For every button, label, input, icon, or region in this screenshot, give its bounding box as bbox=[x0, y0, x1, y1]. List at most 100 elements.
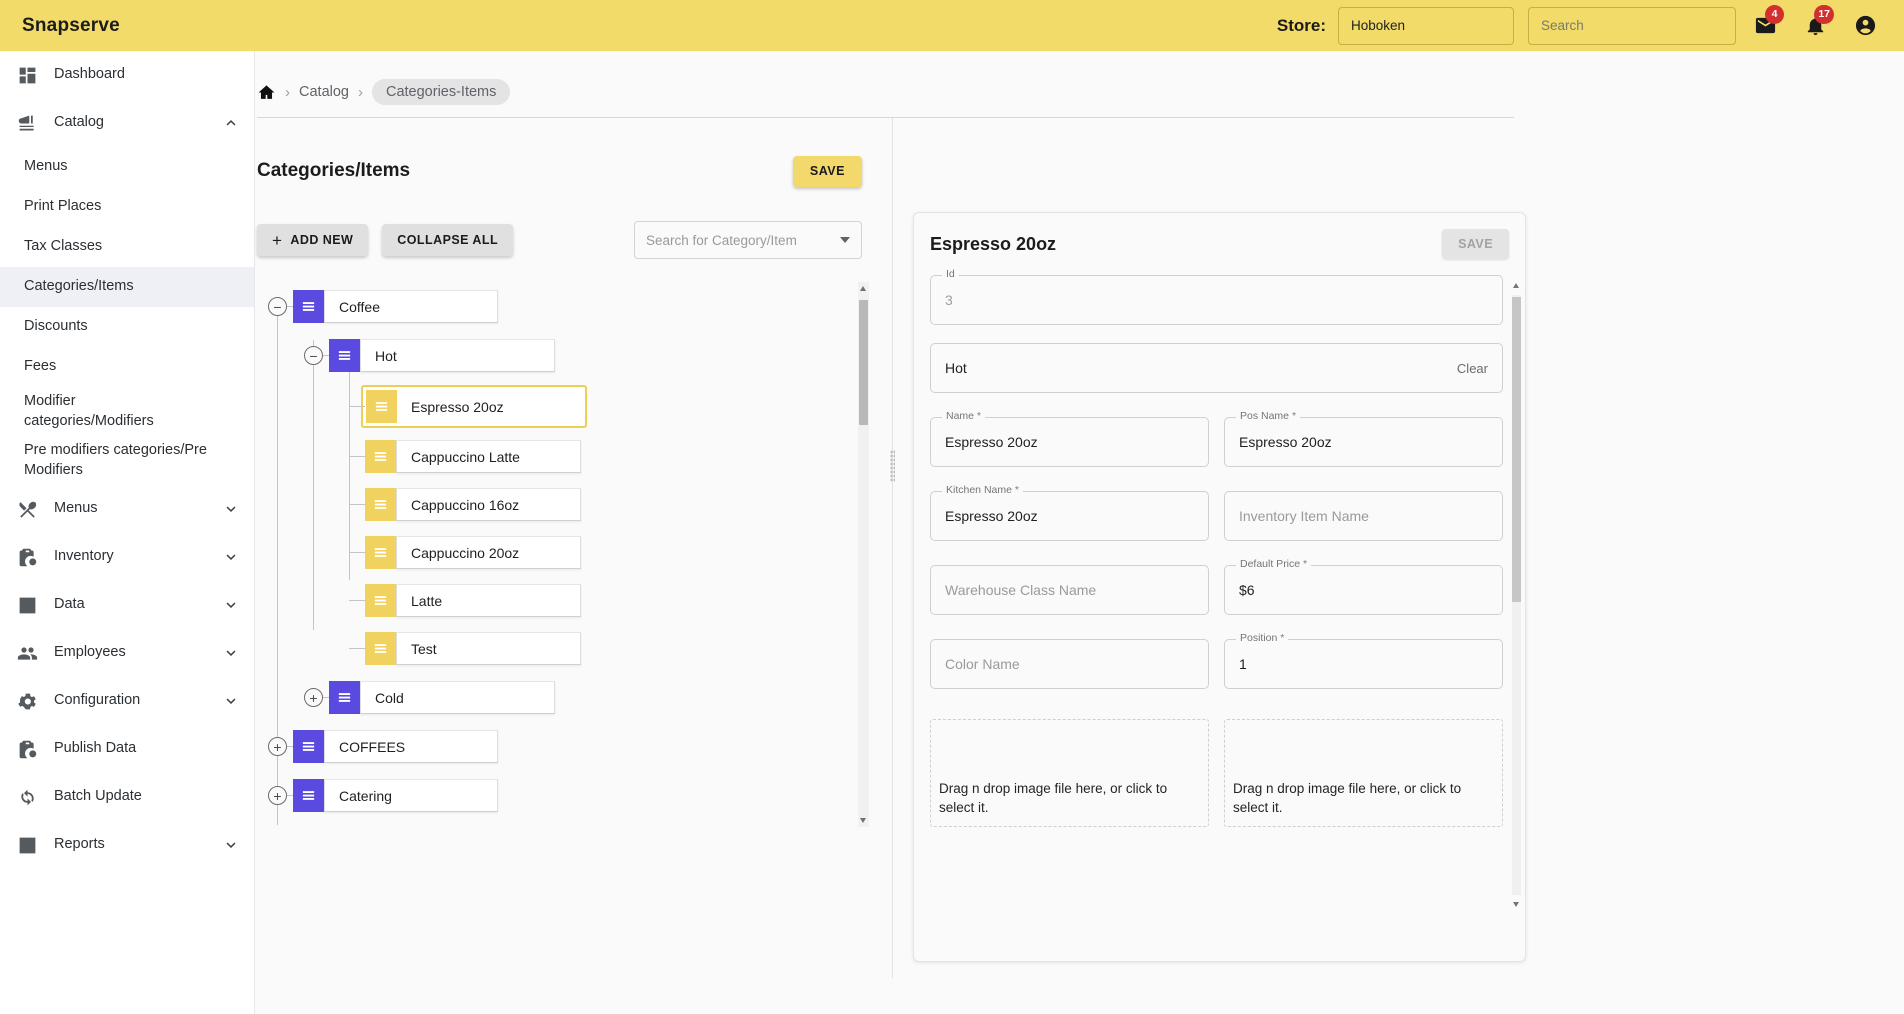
scroll-up-arrow-icon[interactable] bbox=[1513, 283, 1519, 288]
tree-node-label[interactable]: Hot bbox=[360, 339, 555, 372]
sidebar-item-menus[interactable]: Menus bbox=[0, 485, 254, 533]
tree-row[interactable]: Latte bbox=[365, 584, 581, 617]
sidebar-item-publish-data[interactable]: Publish Data bbox=[0, 725, 254, 773]
chevron-down-icon[interactable] bbox=[222, 836, 240, 854]
pane-resize-handle[interactable] bbox=[884, 448, 901, 484]
chevron-down-icon[interactable] bbox=[222, 644, 240, 662]
tree-node-coffee[interactable]: − Coffee bbox=[257, 286, 869, 327]
sidebar-item-reports[interactable]: Reports bbox=[0, 821, 254, 869]
tree-search-select[interactable]: Search for Category/Item bbox=[634, 221, 862, 259]
sidebar-item-menus-catalog[interactable]: Menus bbox=[0, 147, 254, 187]
category-field[interactable]: Hot Clear bbox=[930, 343, 1503, 393]
account-button[interactable] bbox=[1844, 5, 1886, 47]
breadcrumb-catalog[interactable]: Catalog bbox=[299, 84, 349, 100]
sidebar-item-data[interactable]: Data bbox=[0, 581, 254, 629]
tree-save-button[interactable]: SAVE bbox=[792, 155, 862, 187]
pos-name-field[interactable]: Pos Name * Espresso 20oz bbox=[1224, 411, 1503, 467]
tree-node-latte[interactable]: Latte bbox=[257, 580, 869, 621]
sidebar-item-categories-items[interactable]: Categories/Items bbox=[0, 267, 254, 307]
detail-scrollbar-thumb[interactable] bbox=[1512, 297, 1521, 602]
default-price-field[interactable]: Default Price * $6 bbox=[1224, 559, 1503, 615]
sidebar-item-employees[interactable]: Employees bbox=[0, 629, 254, 677]
chevron-up-icon[interactable] bbox=[222, 114, 240, 132]
global-search-input[interactable]: Search bbox=[1528, 6, 1736, 45]
color-name-field[interactable]: Color Name bbox=[930, 639, 1209, 689]
detail-scrollbar[interactable] bbox=[1512, 283, 1521, 907]
drag-handle[interactable] bbox=[329, 681, 360, 714]
collapse-all-button[interactable]: COLLAPSE ALL bbox=[382, 224, 514, 256]
expand-toggle[interactable]: + bbox=[304, 688, 323, 707]
sidebar-item-catalog[interactable]: Catalog bbox=[0, 99, 254, 147]
tree-row[interactable]: Cappuccino Latte bbox=[365, 440, 581, 473]
chevron-down-icon[interactable] bbox=[222, 596, 240, 614]
tree-row[interactable]: Catering bbox=[293, 779, 498, 812]
inventory-item-name-field[interactable]: Inventory Item Name bbox=[1224, 491, 1503, 541]
drag-handle[interactable] bbox=[365, 536, 396, 569]
item-save-button[interactable]: SAVE bbox=[1442, 229, 1509, 259]
drag-handle[interactable] bbox=[293, 730, 324, 763]
tree-node-label[interactable]: Catering bbox=[324, 779, 498, 812]
sidebar-item-discounts[interactable]: Discounts bbox=[0, 307, 254, 347]
tree-row[interactable]: Coffee bbox=[293, 290, 498, 323]
tree-row[interactable]: Cappuccino 16oz bbox=[365, 488, 581, 521]
drag-handle[interactable] bbox=[365, 440, 396, 473]
tree-node-label[interactable]: Test bbox=[396, 632, 581, 665]
tree-scrollbar[interactable] bbox=[858, 282, 869, 827]
sidebar-item-dashboard[interactable]: Dashboard bbox=[0, 51, 254, 99]
sidebar-item-modifier-categories[interactable]: Modifier categories/Modifiers bbox=[0, 387, 254, 436]
sidebar-item-inventory[interactable]: Inventory bbox=[0, 533, 254, 581]
tree-row[interactable]: Hot bbox=[329, 339, 555, 372]
tree-node-test[interactable]: Test bbox=[257, 628, 869, 669]
tree-node-label[interactable]: Latte bbox=[396, 584, 581, 617]
expand-toggle[interactable]: + bbox=[268, 737, 287, 756]
tree-row[interactable]: Cold bbox=[329, 681, 555, 714]
drag-handle[interactable] bbox=[293, 779, 324, 812]
scroll-down-arrow-icon[interactable] bbox=[1513, 902, 1519, 907]
drag-handle[interactable] bbox=[329, 339, 360, 372]
tree-node-label[interactable]: Coffee bbox=[324, 290, 498, 323]
drag-handle[interactable] bbox=[366, 390, 397, 423]
position-field[interactable]: Position * 1 bbox=[1224, 633, 1503, 689]
name-field[interactable]: Name * Espresso 20oz bbox=[930, 411, 1209, 467]
tree-node-label[interactable]: Cappuccino 16oz bbox=[396, 488, 581, 521]
scroll-down-arrow-icon[interactable] bbox=[860, 818, 866, 823]
expand-toggle[interactable]: + bbox=[268, 786, 287, 805]
sidebar-item-fees[interactable]: Fees bbox=[0, 347, 254, 387]
chevron-down-icon[interactable] bbox=[222, 692, 240, 710]
tree-node-cold[interactable]: + Cold bbox=[257, 677, 869, 718]
tree-node-label[interactable]: COFFEES bbox=[324, 730, 498, 763]
scroll-up-arrow-icon[interactable] bbox=[860, 286, 866, 291]
tree-row[interactable]: Cappuccino 20oz bbox=[365, 536, 581, 569]
tree-node-label[interactable]: Cappuccino 20oz bbox=[396, 536, 581, 569]
tree-node-breakfast[interactable]: + Breakfast bbox=[257, 824, 869, 827]
drag-handle[interactable] bbox=[365, 584, 396, 617]
tree-node-label[interactable]: Cold bbox=[360, 681, 555, 714]
tree-node-hot[interactable]: − Hot bbox=[257, 335, 869, 376]
tree-row[interactable]: COFFEES bbox=[293, 730, 498, 763]
tree-node-label[interactable]: Espresso 20oz bbox=[397, 390, 582, 423]
collapse-toggle[interactable]: − bbox=[268, 297, 287, 316]
add-new-button[interactable]: + ADD NEW bbox=[257, 224, 369, 256]
image-dropzone-primary[interactable]: Drag n drop image file here, or click to… bbox=[930, 719, 1209, 827]
notifications-button[interactable]: 17 bbox=[1794, 4, 1836, 47]
tree-row[interactable]: Test bbox=[365, 632, 581, 665]
store-select[interactable]: Hoboken bbox=[1338, 6, 1514, 45]
tree-node-label[interactable]: Cappuccino Latte bbox=[396, 440, 581, 473]
image-dropzone-secondary[interactable]: Drag n drop image file here, or click to… bbox=[1224, 719, 1503, 827]
tree-row-selected[interactable]: Espresso 20oz bbox=[361, 385, 587, 428]
sidebar-item-batch-update[interactable]: Batch Update bbox=[0, 773, 254, 821]
sidebar-item-tax-classes[interactable]: Tax Classes bbox=[0, 227, 254, 267]
kitchen-name-field[interactable]: Kitchen Name * Espresso 20oz bbox=[930, 485, 1209, 541]
chevron-down-icon[interactable] bbox=[222, 548, 240, 566]
tree-node-coffees[interactable]: + COFFEES bbox=[257, 726, 869, 767]
clear-button[interactable]: Clear bbox=[1457, 361, 1488, 376]
tree-node-catering[interactable]: + Catering bbox=[257, 775, 869, 816]
sidebar-item-configuration[interactable]: Configuration bbox=[0, 677, 254, 725]
warehouse-class-name-field[interactable]: Warehouse Class Name bbox=[930, 565, 1209, 615]
drag-handle[interactable] bbox=[365, 488, 396, 521]
drag-handle[interactable] bbox=[293, 290, 324, 323]
messages-button[interactable]: 4 bbox=[1744, 4, 1786, 47]
drag-handle[interactable] bbox=[365, 632, 396, 665]
sidebar-item-print-places[interactable]: Print Places bbox=[0, 187, 254, 227]
sidebar-item-pre-modifiers[interactable]: Pre modifiers categories/Pre Modifiers bbox=[0, 436, 254, 485]
